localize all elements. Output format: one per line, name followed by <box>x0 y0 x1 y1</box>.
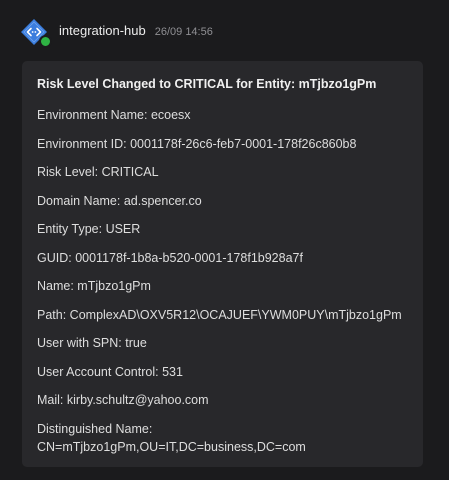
field-label: Distinguished Name <box>37 422 152 436</box>
online-status-indicator <box>39 35 52 48</box>
sender-name[interactable]: integration-hub <box>59 23 146 38</box>
message-timestamp: 26/09 14:56 <box>154 26 213 38</box>
field-value: USER <box>105 222 141 236</box>
field-environment-id: Environment ID0001178f-26c6-feb7-0001-17… <box>37 135 423 153</box>
field-label: Risk Level <box>37 165 102 179</box>
field-label: Entity Type <box>37 222 106 236</box>
field-risk-level: Risk LevelCRITICAL <box>37 163 423 181</box>
field-value: 0001178f-26c6-feb7-0001-178f26c860b8 <box>130 136 357 151</box>
field-user-account-control: User Account Control531 <box>37 363 423 381</box>
field-value: mTjbzo1gPm <box>77 279 151 293</box>
field-domain-name: Domain Namead.spencer.co <box>37 192 423 210</box>
field-value: ComplexAD\OXV5R12\OCAJUEF\YWM0PUY\mTjbzo… <box>69 307 402 322</box>
field-name: NamemTjbzo1gPm <box>37 277 423 295</box>
field-value: ecoesx <box>150 108 191 122</box>
field-entity-type: Entity TypeUSER <box>37 220 423 238</box>
field-distinguished-name: Distinguished Name CN=mTjbzo1gPm,OU=IT,DC… <box>37 420 397 456</box>
alert-card: Risk Level Changed to CRITICAL for Entit… <box>22 61 423 467</box>
field-guid: GUID0001178f-1b8a-b520-0001-178f1b928a7f <box>37 249 423 267</box>
chat-message: integration-hub 26/09 14:56 Risk Level C… <box>0 0 449 480</box>
field-value: CN=mTjbzo1gPm,OU=IT,DC=business,DC=com <box>37 439 306 454</box>
field-label: Name <box>37 279 77 293</box>
field-value: true <box>125 336 147 350</box>
field-label: GUID <box>37 251 75 265</box>
message-header: integration-hub 26/09 14:56 <box>59 23 213 38</box>
field-label: User Account Control <box>37 365 162 379</box>
field-label: User with SPN <box>37 336 125 350</box>
field-value: 0001178f-1b8a-b520-0001-178f1b928a7f <box>75 250 303 265</box>
field-label: Path <box>37 308 70 322</box>
field-label: Domain Name <box>37 194 124 208</box>
field-value: ad.spencer.co <box>123 193 202 208</box>
field-path: PathComplexAD\OXV5R12\OCAJUEF\YWM0PUY\mT… <box>37 306 423 324</box>
alert-title: Risk Level Changed to CRITICAL for Entit… <box>37 77 377 91</box>
field-user-with-spn: User with SPNtrue <box>37 334 423 352</box>
field-mail: Mailkirby.schultz@yahoo.com <box>37 391 423 409</box>
field-label: Environment ID <box>37 137 130 151</box>
field-label: Environment Name <box>37 108 151 122</box>
field-value: kirby.schultz@yahoo.com <box>66 393 209 407</box>
field-label: Mail <box>37 393 67 407</box>
field-value: 531 <box>162 364 183 379</box>
field-value: CRITICAL <box>101 165 159 179</box>
field-environment-name: Environment Nameecoesx <box>37 106 423 124</box>
